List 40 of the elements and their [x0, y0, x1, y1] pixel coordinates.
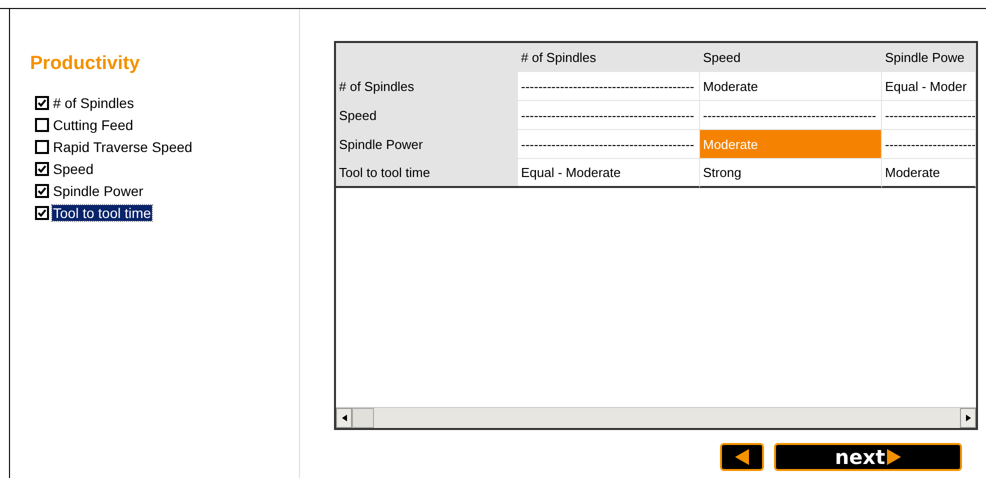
scrollbar-thumb[interactable] [352, 408, 374, 428]
table-cell: Moderate [700, 130, 882, 159]
checkbox[interactable] [35, 206, 49, 220]
row-header: Spindle Power [336, 130, 518, 159]
next-button[interactable]: next [774, 443, 962, 471]
left-arrow-icon [342, 414, 346, 422]
table-cell: --------------------- [882, 130, 976, 159]
horizontal-scrollbar[interactable] [336, 407, 976, 428]
back-button[interactable] [720, 443, 764, 471]
checkbox-label[interactable]: Speed [52, 161, 94, 177]
table-cell: ---------------------------------------- [518, 130, 700, 159]
row-header: Tool to tool time [336, 159, 518, 188]
section-title: Productivity [30, 53, 141, 75]
row-header: Speed [336, 101, 518, 130]
checkbox-label[interactable]: Spindle Power [52, 183, 144, 199]
right-arrow-icon [966, 414, 970, 422]
checkbox[interactable] [35, 140, 49, 154]
table-cell: Equal - Moderate [518, 159, 700, 188]
table-cell: --------------------- [882, 101, 976, 130]
table-cell: ---------------------------------------- [518, 72, 700, 101]
checkbox-label[interactable]: Tool to tool time [52, 205, 152, 221]
column-header: Spindle Powe [882, 43, 976, 72]
table-cell: ---------------------------------------- [700, 101, 882, 130]
left-arrow-icon [735, 449, 749, 465]
checkbox[interactable] [35, 96, 49, 110]
table-cell: Strong [700, 159, 882, 188]
table-cell: Equal - Moder [882, 72, 976, 101]
checkbox-label[interactable]: Rapid Traverse Speed [52, 139, 194, 155]
checkbox-label[interactable]: Cutting Feed [52, 117, 134, 133]
table-cell: Moderate [700, 72, 882, 101]
right-arrow-icon [887, 449, 902, 465]
checkbox-label[interactable]: # of Spindles [52, 95, 135, 111]
checkbox[interactable] [35, 184, 49, 198]
table-cell: Moderate [882, 159, 976, 188]
checkbox[interactable] [35, 118, 49, 132]
checkbox[interactable] [35, 162, 49, 176]
column-header: Speed [700, 43, 882, 72]
table-cell: ---------------------------------------- [518, 101, 700, 130]
row-header: # of Spindles [336, 72, 518, 101]
column-header: # of Spindles [518, 43, 700, 72]
